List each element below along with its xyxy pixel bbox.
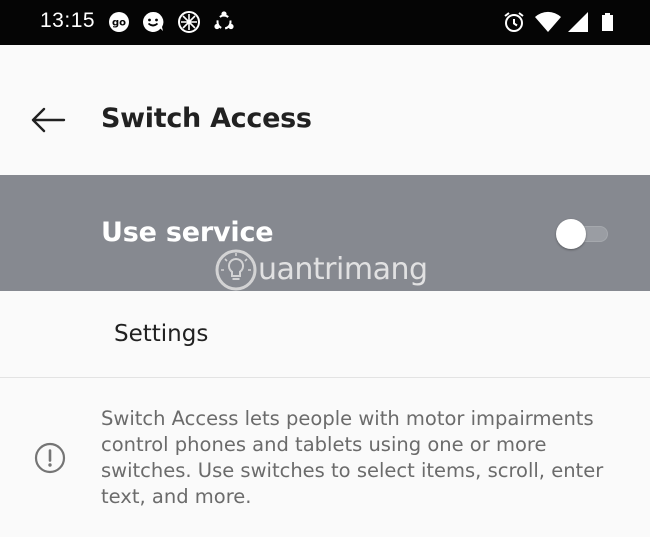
watermark-text: uantrimang [258,252,428,287]
gallery-icon [178,11,200,33]
use-service-toggle[interactable] [556,219,610,249]
page-title: Switch Access [101,103,312,134]
back-button[interactable] [28,105,68,135]
recycle-icon [214,11,234,30]
use-service-label: Use service [101,217,274,248]
settings-label: Settings [114,321,209,347]
status-bar: 13:15 go [0,0,650,45]
toggle-thumb [556,219,586,249]
alarm-icon [504,12,524,32]
wifi-icon [535,11,561,32]
arrow-left-icon [31,107,66,133]
status-time: 13:15 [40,9,96,32]
description-text: Switch Access lets people with motor imp… [101,407,604,508]
lightbulb-logo-icon [215,249,257,291]
description-section: Switch Access lets people with motor imp… [0,378,650,537]
battery-icon [602,13,613,31]
signal-icon [568,12,588,32]
svg-text:go: go [112,18,126,29]
watermark: uantrimang [214,248,444,294]
smiley-icon [142,11,164,32]
app-bar: Switch Access [0,45,650,175]
settings-row[interactable]: Settings [0,291,650,377]
go-icon: go [109,12,129,32]
info-icon [34,442,66,474]
